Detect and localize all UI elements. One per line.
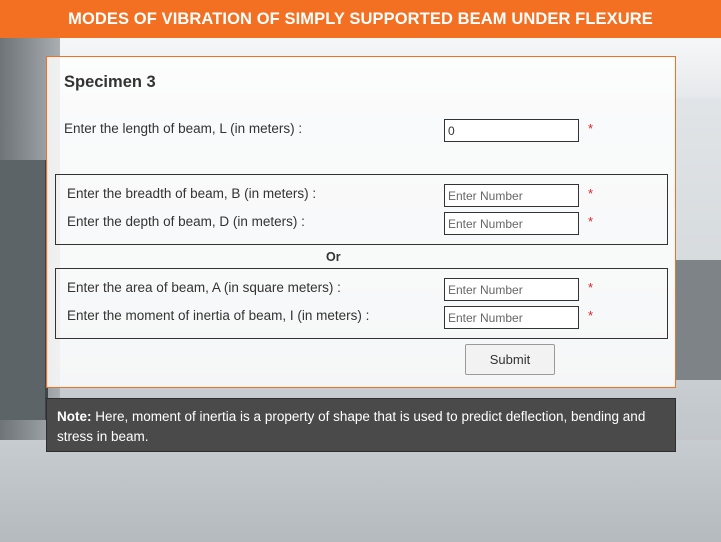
length-required-mark: *	[588, 121, 594, 136]
breadth-required-mark: *	[588, 186, 594, 201]
area-inertia-group: Enter the area of beam, A (in square met…	[55, 268, 668, 339]
inertia-required-mark: *	[588, 308, 594, 323]
depth-label: Enter the depth of beam, D (in meters) :	[67, 214, 305, 229]
submit-button[interactable]: Submit	[465, 344, 555, 375]
note-box: Note: Here, moment of inertia is a prope…	[46, 398, 676, 452]
breadth-depth-group: Enter the breadth of beam, B (in meters)…	[55, 174, 668, 245]
area-label: Enter the area of beam, A (in square met…	[67, 280, 341, 295]
depth-input[interactable]	[444, 212, 579, 235]
area-required-mark: *	[588, 280, 594, 295]
breadth-input[interactable]	[444, 184, 579, 207]
page-title: MODES OF VIBRATION OF SIMPLY SUPPORTED B…	[68, 9, 653, 28]
note-text: Here, moment of inertia is a property of…	[57, 409, 646, 444]
area-input[interactable]	[444, 278, 579, 301]
breadth-label: Enter the breadth of beam, B (in meters)…	[67, 186, 317, 201]
specimen-title: Specimen 3	[64, 73, 156, 91]
background-cabinet	[0, 160, 48, 420]
title-bar: MODES OF VIBRATION OF SIMPLY SUPPORTED B…	[0, 0, 721, 38]
length-label: Enter the length of beam, L (in meters) …	[64, 121, 303, 136]
specimen-form-panel: Specimen 3 Enter the length of beam, L (…	[46, 56, 676, 388]
inertia-input[interactable]	[444, 306, 579, 329]
depth-required-mark: *	[588, 214, 594, 229]
note-prefix: Note:	[57, 409, 92, 424]
length-input[interactable]	[444, 119, 579, 142]
or-separator: Or	[326, 250, 341, 264]
inertia-label: Enter the moment of inertia of beam, I (…	[67, 308, 370, 323]
background-floor	[0, 440, 721, 542]
background-equipment	[675, 260, 721, 380]
